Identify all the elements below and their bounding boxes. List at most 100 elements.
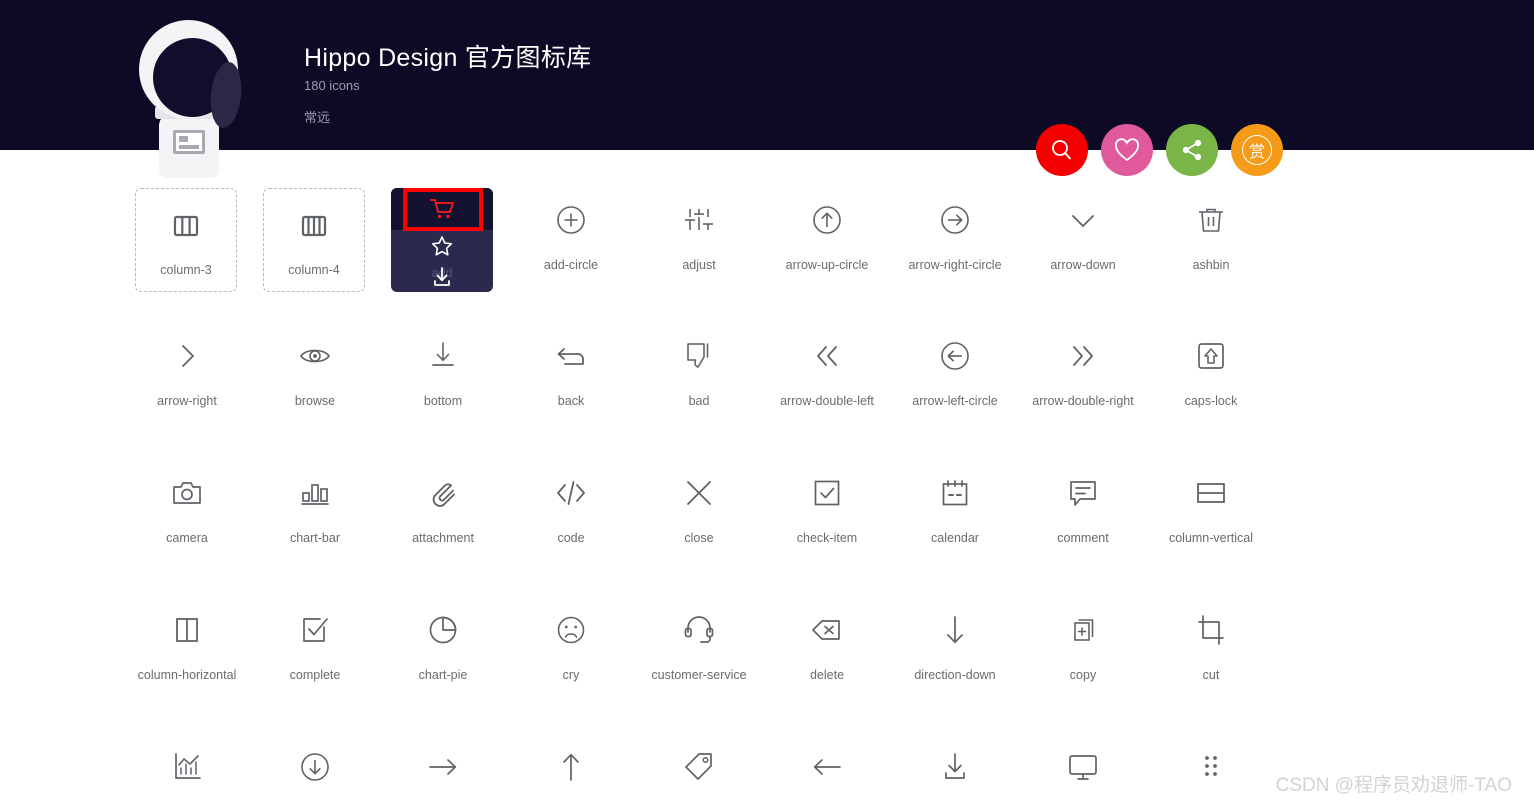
icon-tile-bad[interactable]: bad (635, 328, 763, 448)
icon-tile-bottom[interactable]: bottom (379, 328, 507, 448)
download-circle-icon (298, 739, 332, 795)
arrow-left-long-icon (810, 739, 844, 795)
icon-tile-arrow-right[interactable]: arrow-right (123, 328, 251, 448)
icon-tile-code[interactable]: code (507, 465, 635, 585)
icon-tile-arrow-double-left[interactable]: arrow-double-left (763, 328, 891, 448)
icon-tile-desktop[interactable] (1019, 739, 1147, 807)
chart-line-icon (170, 739, 204, 795)
icon-label: comment (1057, 531, 1109, 545)
icon-row-3: camera chart-bar attachment code close c… (0, 465, 1534, 602)
icon-tile-ashbin[interactable]: ashbin (1147, 192, 1275, 312)
icon-tile-tag[interactable] (635, 739, 763, 807)
icon-tile-arrow-up-circle[interactable]: arrow-up-circle (763, 192, 891, 312)
arrow-up-circle-icon (810, 192, 844, 248)
arrow-right-icon (170, 328, 204, 384)
download-icon (938, 739, 972, 795)
back-icon (554, 328, 588, 384)
code-icon (554, 465, 588, 521)
arrow-up-long-icon (554, 739, 588, 795)
icon-tile-chart-pie[interactable]: chart-pie (379, 602, 507, 722)
close-icon (682, 465, 716, 521)
icon-tile-chart-bar[interactable]: chart-bar (251, 465, 379, 585)
avatar-helmet (139, 20, 245, 130)
icon-label: copy (1069, 668, 1097, 682)
icon-label: column-vertical (1168, 531, 1254, 545)
icon-label: camera (166, 531, 208, 545)
adjust-icon (682, 192, 716, 248)
icon-label: cut (1202, 668, 1220, 682)
download-action[interactable] (391, 262, 493, 292)
icon-tile-arrow-up-long[interactable] (507, 739, 635, 807)
icon-tile-arrow-right-long[interactable] (379, 739, 507, 807)
icon-label: chart-bar (289, 531, 341, 545)
arrow-right-long-icon (426, 739, 460, 795)
highlight-box (403, 188, 483, 231)
direction-down-icon (938, 602, 972, 658)
icon-tile-download[interactable] (891, 739, 1019, 807)
icon-row-1: column-3 column-4 add-circle adjust arro… (0, 150, 1534, 292)
icon-tile-add-circle[interactable]: add-circle (507, 192, 635, 312)
calendar-icon (938, 465, 972, 521)
icon-tile-attachment[interactable]: attachment (379, 465, 507, 585)
delete-icon (810, 602, 844, 658)
icon-tile-column-vertical[interactable]: column-vertical (1147, 465, 1275, 585)
avatar-visor (153, 38, 245, 130)
icon-tile-camera[interactable]: camera (123, 465, 251, 585)
icon-tile-column-4[interactable]: column-4 (263, 188, 365, 292)
author-label: 常远 (304, 110, 331, 125)
icon-label: arrow-double-right (1032, 394, 1134, 408)
icon-tile-arrow-right-circle[interactable]: arrow-right-circle (891, 192, 1019, 312)
tag-icon (682, 739, 716, 795)
icon-tile-arrow-left-long[interactable] (763, 739, 891, 807)
icon-tile-delete[interactable]: delete (763, 602, 891, 722)
icon-row-2: arrow-right browse bottom back bad arrow… (0, 328, 1534, 465)
cut-icon (1194, 602, 1228, 658)
favorite-action[interactable] (391, 230, 493, 262)
icon-tile-comment[interactable]: comment (1019, 465, 1147, 585)
icon-tile-close[interactable]: close (635, 465, 763, 585)
copy-icon (1066, 602, 1100, 658)
column-horizontal-icon (170, 602, 204, 658)
icon-tile-arrow-double-right[interactable]: arrow-double-right (1019, 328, 1147, 448)
icon-tile-column-3[interactable]: column-3 (135, 188, 237, 292)
icon-label: arrow-double-left (780, 394, 874, 408)
icon-tile-adjust[interactable]: adjust (635, 192, 763, 312)
icon-label: chart-pie (418, 668, 468, 682)
icon-count-label: 180 icons (304, 78, 360, 93)
icon-tile-calendar[interactable]: calendar (891, 465, 1019, 585)
icon-tile-dots-grid[interactable] (1147, 739, 1275, 807)
icon-label: cry (562, 668, 580, 682)
icon-tile-caps-lock[interactable]: caps-lock (1147, 328, 1275, 448)
icon-tile-complete[interactable]: complete (251, 602, 379, 722)
icon-label: delete (809, 668, 845, 682)
icon-tile-cry[interactable]: cry (507, 602, 635, 722)
icon-tile-browse[interactable]: browse (251, 328, 379, 448)
check-item-icon (810, 465, 844, 521)
column-3-icon (171, 203, 201, 249)
icon-label: attachment (412, 531, 474, 545)
icon-label: calendar (931, 531, 979, 545)
desktop-icon (1066, 739, 1100, 795)
column-vertical-icon (1194, 465, 1228, 521)
icon-label: arrow-left-circle (912, 394, 998, 408)
comment-icon (1066, 465, 1100, 521)
camera-icon (170, 465, 204, 521)
icon-tile-cut[interactable]: cut (1147, 602, 1275, 722)
customer-service-icon (682, 602, 716, 658)
page-header: Hippo Design 官方图标库 180 icons 常远 赏 (0, 0, 1534, 178)
icon-tile-check-item[interactable]: check-item (763, 465, 891, 585)
icon-tile-chart-line[interactable] (123, 739, 251, 807)
icon-tile-back[interactable]: back (507, 328, 635, 448)
icon-tile-customer-service[interactable]: customer-service (635, 602, 763, 722)
arrow-down-icon (1066, 192, 1100, 248)
avatar-visor-glint (207, 60, 245, 130)
icon-tile-direction-down[interactable]: direction-down (891, 602, 1019, 722)
star-icon (431, 236, 453, 256)
arrow-right-circle-icon (938, 192, 972, 248)
icon-tile-column-horizontal[interactable]: column-horizontal (123, 602, 251, 722)
chart-bar-icon (298, 465, 332, 521)
icon-tile-copy[interactable]: copy (1019, 602, 1147, 722)
icon-tile-download-circle[interactable] (251, 739, 379, 807)
icon-tile-arrow-left-circle[interactable]: arrow-left-circle (891, 328, 1019, 448)
icon-tile-arrow-down[interactable]: arrow-down (1019, 192, 1147, 312)
